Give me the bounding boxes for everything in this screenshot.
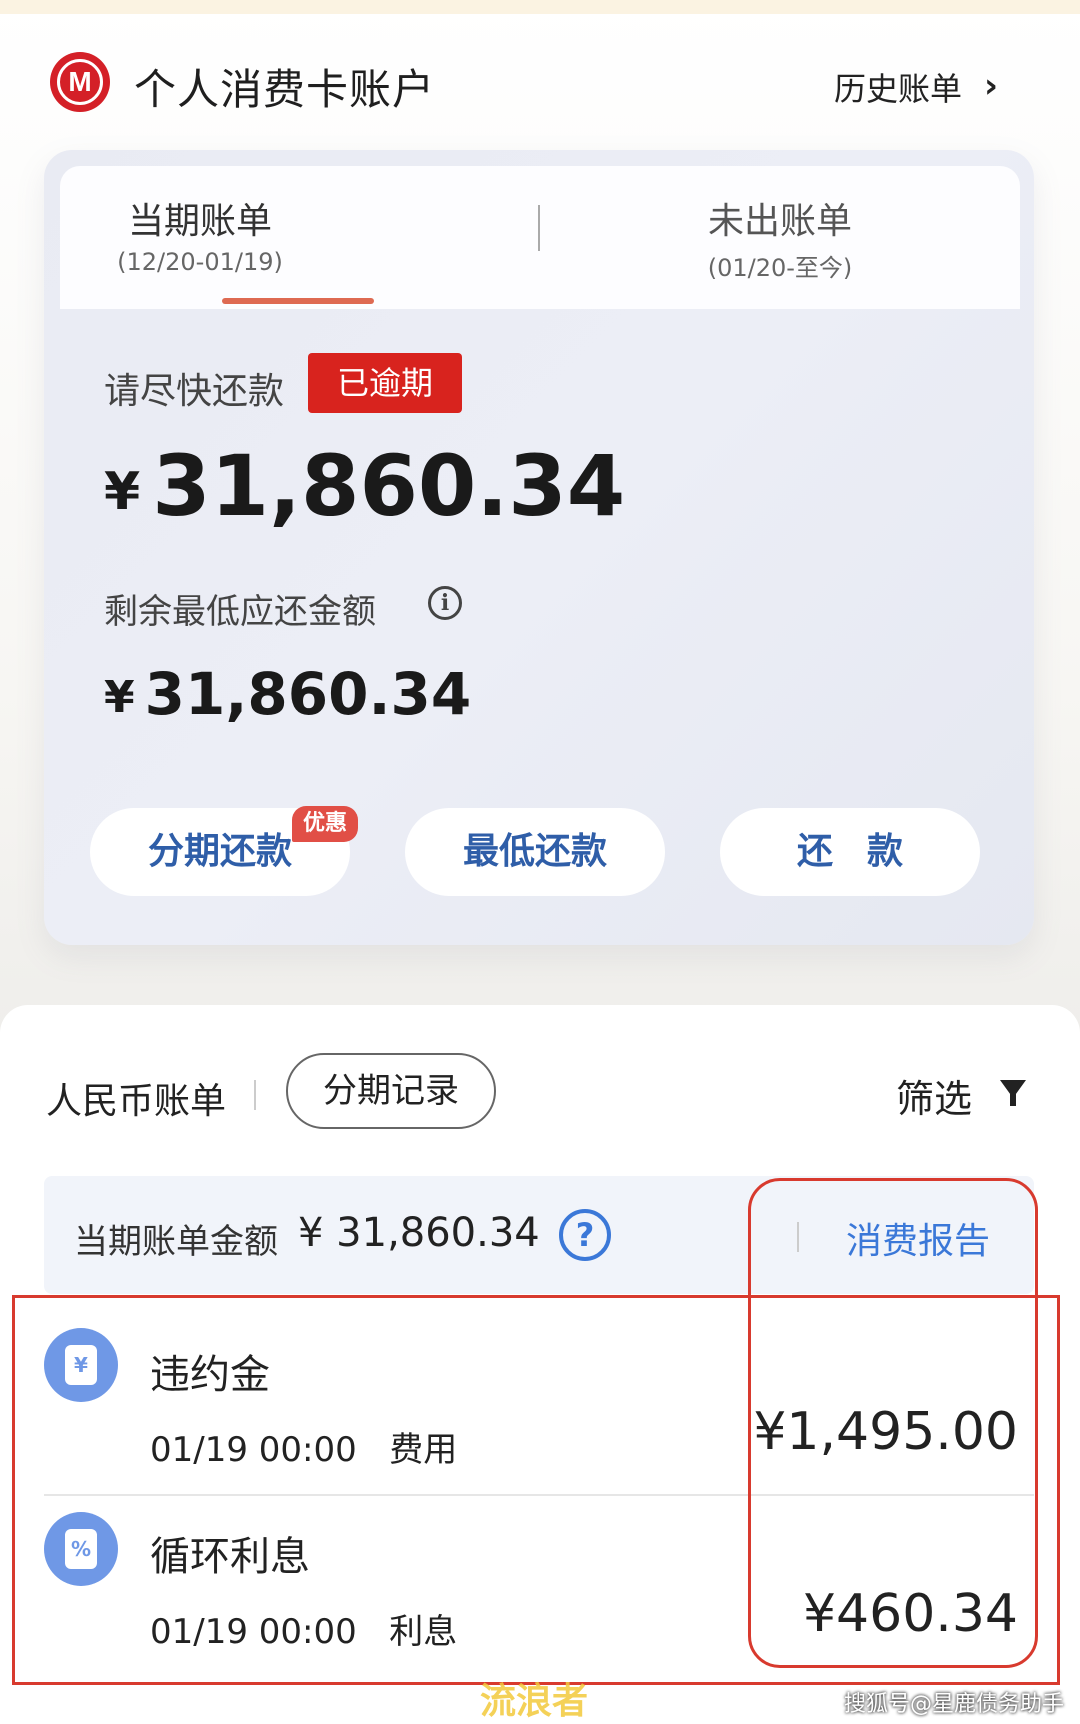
total-amount-value: 31,860.34 [152,437,626,535]
help-icon[interactable]: ? [559,1209,611,1261]
tab-unbilled[interactable]: 未出账单 (01/20-至今) [540,166,1020,309]
currency-symbol: ¥ [104,672,135,723]
tab-current-label: 当期账单 [127,201,272,242]
min-amount: ¥31,860.34 [104,660,471,728]
top-strip [0,0,1080,14]
tab-current-bill[interactable]: 当期账单 (12/20-01/19) [60,166,540,309]
info-icon[interactable]: i [428,586,462,620]
tab-divider [538,205,540,251]
repay-reminder: 请尽快还款 [104,371,285,412]
tab-current-date: (12/20-01/19) [117,248,283,276]
min-repay-button[interactable]: 最低还款 [405,808,665,896]
logo-letter: M [68,66,92,97]
promo-badge: 优惠 [292,806,358,842]
filter-icon-stem [1010,1094,1016,1106]
min-amount-value: 31,860.34 [144,660,472,728]
bank-logo: M [50,52,110,112]
header-divider [254,1080,256,1110]
min-repay-label: 剩余最低应还金额 [104,592,376,632]
summary-amount: ¥ 31,860.34 [298,1210,540,1256]
highlight-box-amounts [748,1178,1038,1668]
repay-button[interactable]: 还款 [720,808,980,896]
watermark-main: 流浪者 [480,1681,589,1722]
installment-record-button[interactable]: 分期记录 [286,1053,496,1129]
overdue-badge: 已逾期 [308,353,462,413]
tab-unbilled-label: 未出账单 [707,201,852,242]
filter-button[interactable]: 筛选 [896,1068,972,1123]
currency-symbol: ¥ [104,462,141,522]
total-amount: ¥31,860.34 [104,437,625,535]
watermark-source: 搜狐号@星鹿债务助手 [844,1692,1065,1717]
history-bills-link[interactable]: 历史账单 [834,64,962,110]
rmb-bill-tab[interactable]: 人民币账单 [46,1072,226,1124]
chevron-right-icon[interactable]: › [984,66,998,106]
bill-tabs: 当期账单 (12/20-01/19) 未出账单 (01/20-至今) [60,166,1020,309]
tab-unbilled-date: (01/20-至今) [707,254,853,282]
active-tab-indicator [222,298,374,304]
summary-label: 当期账单金额 [74,1222,278,1262]
page-title: 个人消费卡账户 [134,65,436,114]
